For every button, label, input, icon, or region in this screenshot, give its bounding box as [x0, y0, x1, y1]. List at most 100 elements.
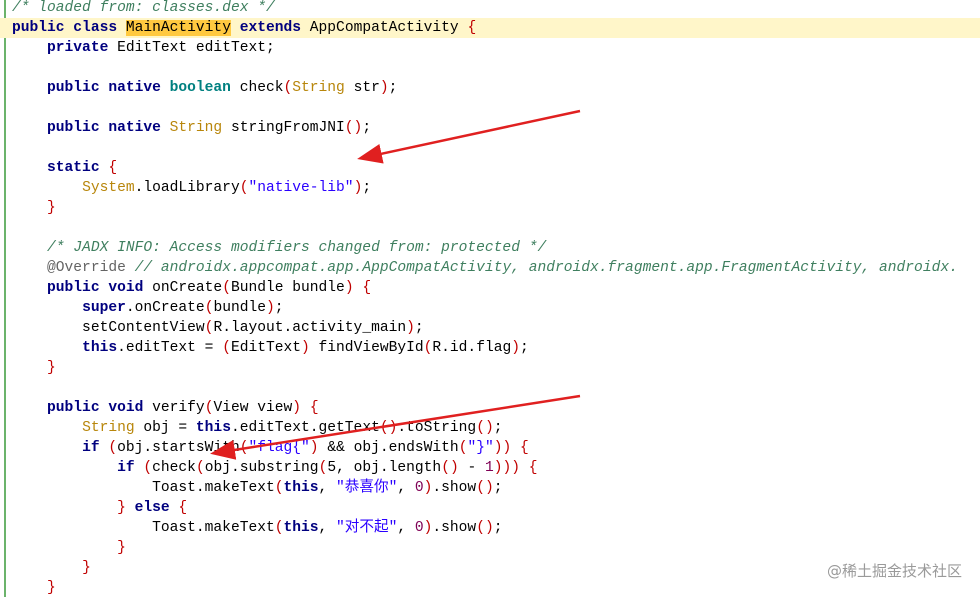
code-line[interactable] [0, 98, 980, 118]
code-token: // androidx.appcompat.app.AppCompatActiv… [134, 260, 958, 276]
code-token: AppCompatActivity [301, 20, 468, 36]
code-token: .onCreate [125, 300, 205, 316]
code-line[interactable]: public class MainActivity extends AppCom… [0, 18, 980, 38]
code-token: ; [388, 80, 398, 96]
code-token: .editText.getText [230, 420, 380, 436]
code-token: public void [47, 280, 144, 296]
code-token: check [230, 80, 284, 96]
code-line[interactable]: super.onCreate(bundle); [0, 298, 980, 318]
code-token: , [397, 480, 415, 496]
code-token: boolean [169, 80, 231, 96]
code-line[interactable]: Toast.makeText(this, "对不起", 0).show(); [0, 518, 980, 538]
code-token: "}" [467, 440, 494, 456]
code-line[interactable]: public void verify(View view) { [0, 398, 980, 418]
code-token: "native-lib" [248, 180, 354, 196]
code-token: 0 [414, 480, 424, 496]
code-token: public native [47, 120, 170, 136]
code-token: "对不起" [336, 520, 398, 536]
code-token: ; [414, 320, 424, 336]
code-line[interactable]: } else { [0, 498, 980, 518]
code-line[interactable]: this.editText = (EditText) findViewById(… [0, 338, 980, 358]
code-token: super [82, 300, 126, 316]
code-token: .show [432, 520, 477, 536]
code-token: this [283, 520, 319, 536]
code-line[interactable]: /* loaded from: classes.dex */ [0, 0, 980, 18]
code-editor[interactable]: /* loaded from: classes.dex */ public cla… [0, 0, 980, 597]
code-token: "恭喜你" [336, 480, 398, 496]
code-token: ( [195, 460, 205, 476]
code-token: } [47, 200, 56, 216]
code-token: public void [47, 400, 144, 416]
code-token: check [152, 460, 196, 476]
code-token: obj.startsWith [117, 440, 240, 456]
code-token: ( [108, 440, 118, 456]
code-line[interactable]: Toast.makeText(this, "恭喜你", 0).show(); [0, 478, 980, 498]
code-token: { [362, 280, 372, 296]
code-line[interactable]: if (check(obj.substring(5, obj.length() … [0, 458, 980, 478]
code-token: ))) [493, 460, 521, 476]
code-line[interactable]: } [0, 538, 980, 558]
code-token: "flag{" [248, 440, 310, 456]
code-line[interactable]: /* JADX INFO: Access modifiers changed f… [0, 238, 980, 258]
code-line[interactable] [0, 218, 980, 238]
code-token: , [397, 520, 415, 536]
code-view[interactable]: /* loaded from: classes.dex */ public cla… [0, 0, 980, 597]
code-line[interactable]: public native boolean check(String str); [0, 78, 980, 98]
code-line[interactable]: } [0, 198, 980, 218]
code-token: ( [274, 480, 284, 496]
watermark: @稀土掘金技术社区 [826, 562, 962, 580]
code-token: Bundle bundle [230, 280, 345, 296]
code-token: ) [511, 340, 520, 356]
code-token: , [318, 480, 337, 496]
code-token: System [82, 180, 135, 196]
code-token: ) [344, 280, 354, 296]
code-token: EditText [230, 340, 302, 356]
code-token: EditText editText; [108, 40, 275, 56]
code-line[interactable]: public native String stringFromJNI(); [0, 118, 980, 138]
code-line[interactable] [0, 58, 980, 78]
code-token: @Override [47, 260, 126, 276]
code-token: ( [283, 80, 293, 96]
code-token: else [134, 500, 170, 516]
code-line[interactable] [0, 138, 980, 158]
code-token: String [169, 120, 223, 136]
code-line[interactable]: public void onCreate(Bundle bundle) { [0, 278, 980, 298]
code-token: - [458, 460, 485, 476]
code-line[interactable] [0, 378, 980, 398]
code-token: findViewById [309, 340, 424, 356]
code-token: this [82, 340, 118, 356]
code-token: ; [493, 520, 503, 536]
code-token: ; [493, 420, 503, 436]
code-token: } [82, 560, 91, 576]
code-line[interactable]: System.loadLibrary("native-lib"); [0, 178, 980, 198]
code-line[interactable]: if (obj.startsWith("flag{") && obj.endsW… [0, 438, 980, 458]
code-line[interactable]: String obj = this.editText.getText().toS… [0, 418, 980, 438]
code-token: ) [301, 340, 310, 356]
code-line[interactable]: private EditText editText; [0, 38, 980, 58]
code-token: setContentView [12, 320, 205, 336]
code-line[interactable]: @Override // androidx.appcompat.app.AppC… [0, 258, 980, 278]
code-line[interactable]: static { [0, 158, 980, 178]
code-token: Toast.makeText [12, 480, 275, 496]
code-line[interactable]: setContentView(R.layout.activity_main); [0, 318, 980, 338]
code-token: /* JADX INFO: Access modifiers changed f… [47, 240, 547, 256]
code-line[interactable]: } [0, 358, 980, 378]
code-token: ) [379, 80, 389, 96]
code-token: { [467, 20, 477, 36]
code-token: } [47, 580, 56, 596]
code-token: ; [362, 120, 372, 136]
code-token: () [344, 120, 363, 136]
